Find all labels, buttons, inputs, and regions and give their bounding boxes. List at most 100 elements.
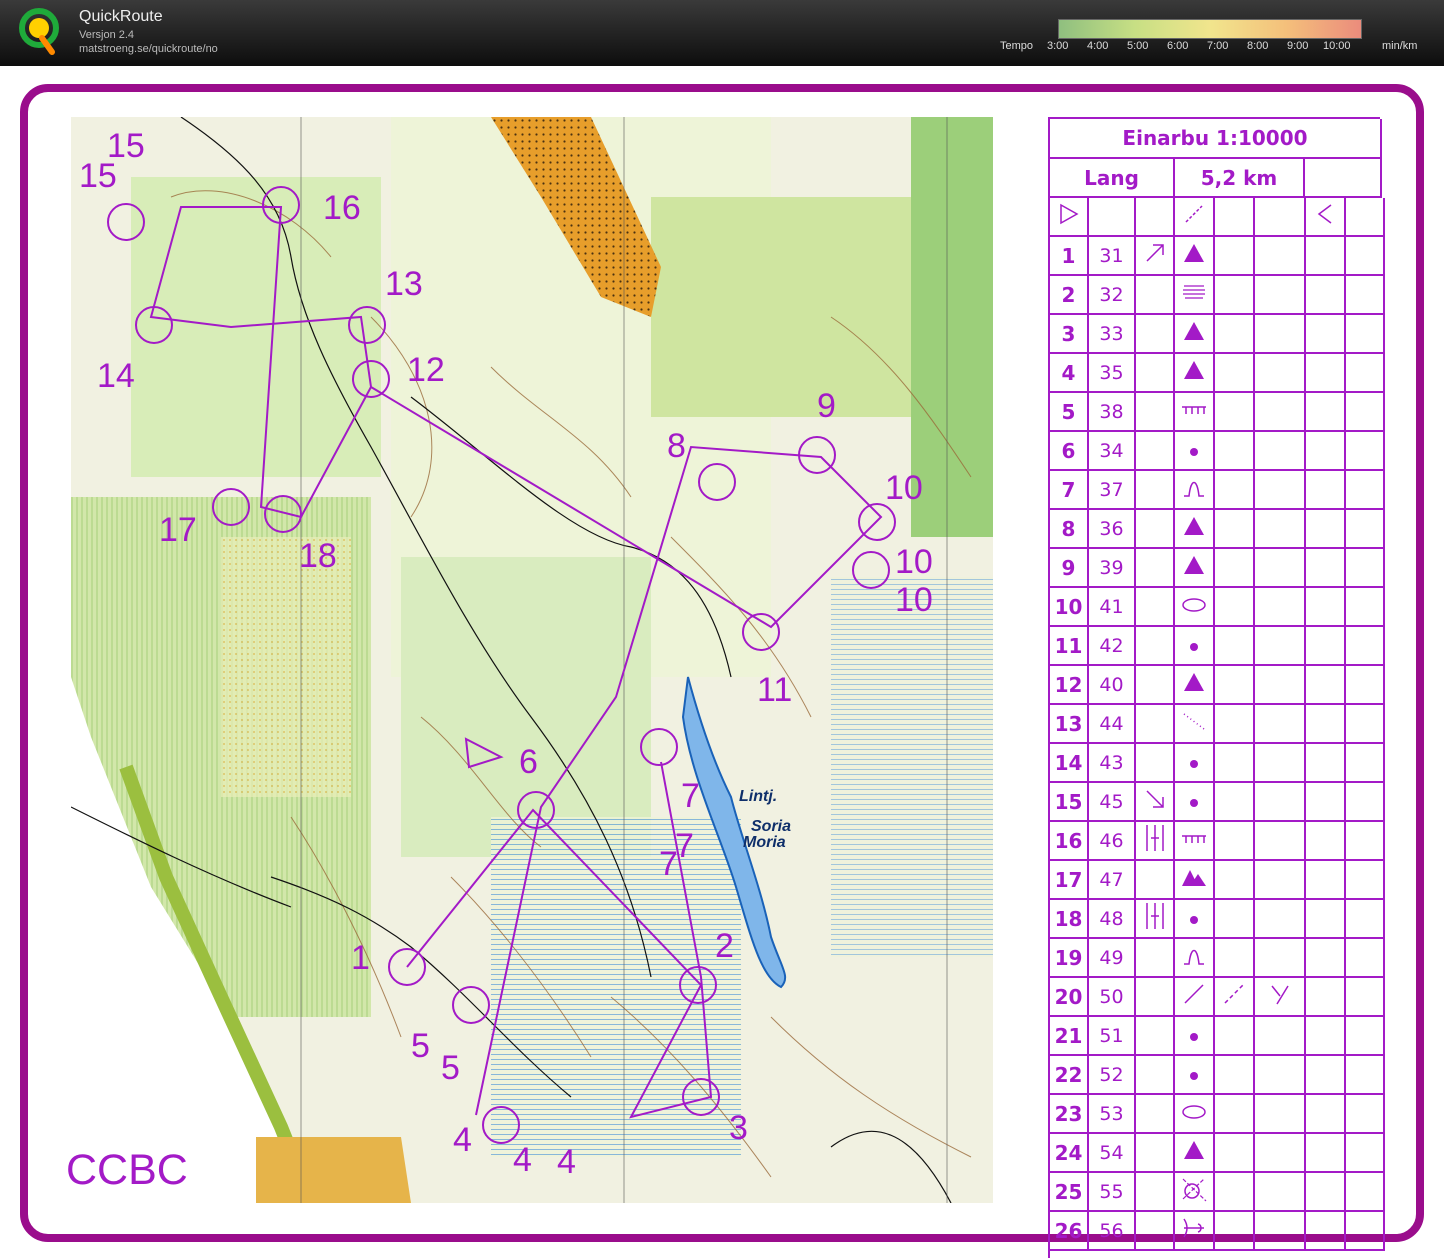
- description-cell: [1175, 1095, 1215, 1134]
- description-cell: [1175, 666, 1215, 705]
- tempo-tick: 9:00: [1287, 40, 1309, 52]
- description-cell: [1306, 1056, 1346, 1095]
- description-cell: [1346, 393, 1385, 432]
- dot-icon: [1188, 439, 1200, 463]
- start-row-cell: [1175, 198, 1215, 237]
- description-cell: [1255, 1134, 1306, 1173]
- description-cell: [1136, 315, 1175, 354]
- dot-icon: [1188, 751, 1200, 775]
- description-cell: [1255, 237, 1306, 276]
- description-cell: [1346, 1017, 1385, 1056]
- doubletri-icon: [1181, 866, 1207, 893]
- triangle-icon: [1182, 359, 1206, 386]
- description-cell: [1306, 939, 1346, 978]
- course-length: 5,2 km: [1175, 159, 1305, 198]
- svg-text:4: 4: [513, 1141, 532, 1179]
- description-cell: [1346, 1212, 1385, 1251]
- direction-arrow-icon: [1143, 787, 1167, 816]
- description-cell: [1255, 588, 1306, 627]
- triangle-icon: [1182, 515, 1206, 542]
- description-cell: [1255, 393, 1306, 432]
- description-cell: [1136, 1056, 1175, 1095]
- tempo-unit: min/km: [1382, 40, 1418, 52]
- description-cell: [1255, 900, 1306, 939]
- description-cell: [1306, 510, 1346, 549]
- control-number: 26: [1050, 1212, 1089, 1251]
- description-cell: [1306, 1017, 1346, 1056]
- svg-text:9: 9: [817, 387, 836, 425]
- description-cell: [1175, 861, 1215, 900]
- description-cell: [1136, 1017, 1175, 1056]
- description-cell: [1215, 627, 1255, 666]
- description-cell: [1175, 744, 1215, 783]
- svg-text:1: 1: [351, 939, 370, 977]
- terrace-icon: [1181, 280, 1207, 309]
- description-cell: [1346, 549, 1385, 588]
- knoll-icon: [1181, 942, 1207, 973]
- control-number: 1: [1050, 237, 1089, 276]
- description-cell: [1255, 1095, 1306, 1134]
- control-number: 13: [1050, 705, 1089, 744]
- control-code: 34: [1089, 432, 1136, 471]
- description-cell: [1346, 627, 1385, 666]
- fence-icon: [1180, 829, 1208, 853]
- description-cell: [1306, 1173, 1346, 1212]
- description-cell: [1136, 393, 1175, 432]
- description-cell: [1136, 822, 1175, 861]
- description-cell: [1255, 978, 1306, 1017]
- description-cell: [1255, 705, 1306, 744]
- control-number: 5: [1050, 393, 1089, 432]
- control-code: 36: [1089, 510, 1136, 549]
- description-cell: [1136, 549, 1175, 588]
- svg-text:6: 6: [519, 743, 538, 781]
- direction-arrow-icon: [1143, 241, 1167, 270]
- description-cell: [1215, 705, 1255, 744]
- svg-text:Soria: Soria: [751, 818, 791, 835]
- svg-text:12: 12: [407, 351, 445, 389]
- control-code: 33: [1089, 315, 1136, 354]
- description-cell: [1346, 900, 1385, 939]
- control-code: 40: [1089, 666, 1136, 705]
- description-cell: [1215, 471, 1255, 510]
- orienteering-map[interactable]: 1 2 3 4 4 4 5 5 6 7 7 7 8 9 10 10 10 11 …: [71, 117, 993, 1203]
- description-cell: [1346, 237, 1385, 276]
- control-number: 16: [1050, 822, 1089, 861]
- description-cell: [1175, 1056, 1215, 1095]
- fence-icon: [1180, 400, 1208, 424]
- description-cell: [1346, 783, 1385, 822]
- app-url: matstroeng.se/quickroute/no: [79, 43, 218, 55]
- svg-text:16: 16: [323, 189, 361, 227]
- description-cell: [1136, 276, 1175, 315]
- triangle-icon: [1182, 242, 1206, 269]
- description-cell: [1175, 1212, 1215, 1251]
- description-cell: [1175, 1173, 1215, 1212]
- description-cell: [1346, 510, 1385, 549]
- svg-text:14: 14: [97, 357, 135, 395]
- description-cell: [1255, 744, 1306, 783]
- control-code: 41: [1089, 588, 1136, 627]
- description-cell: [1215, 939, 1255, 978]
- control-number: 12: [1050, 666, 1089, 705]
- description-cell: [1346, 939, 1385, 978]
- description-cell: [1255, 1173, 1306, 1212]
- description-cell: [1175, 315, 1215, 354]
- description-cell: [1306, 861, 1346, 900]
- description-cell: [1255, 354, 1306, 393]
- control-code: 35: [1089, 354, 1136, 393]
- svg-text:7: 7: [675, 827, 694, 865]
- start-row-cell: [1136, 198, 1175, 237]
- description-cell: [1346, 315, 1385, 354]
- dot-icon: [1188, 1024, 1200, 1048]
- description-cell: [1175, 939, 1215, 978]
- crossed-icon: [1180, 1175, 1208, 1208]
- description-cell: [1175, 276, 1215, 315]
- control-number: 20: [1050, 978, 1089, 1017]
- control-number: 11: [1050, 627, 1089, 666]
- description-cell: [1175, 510, 1215, 549]
- control-number: 19: [1050, 939, 1089, 978]
- svg-text:11: 11: [757, 671, 792, 709]
- description-cell: [1306, 315, 1346, 354]
- svg-text:4: 4: [557, 1143, 576, 1181]
- tempo-tick: 3:00: [1047, 40, 1069, 52]
- description-cell: [1175, 549, 1215, 588]
